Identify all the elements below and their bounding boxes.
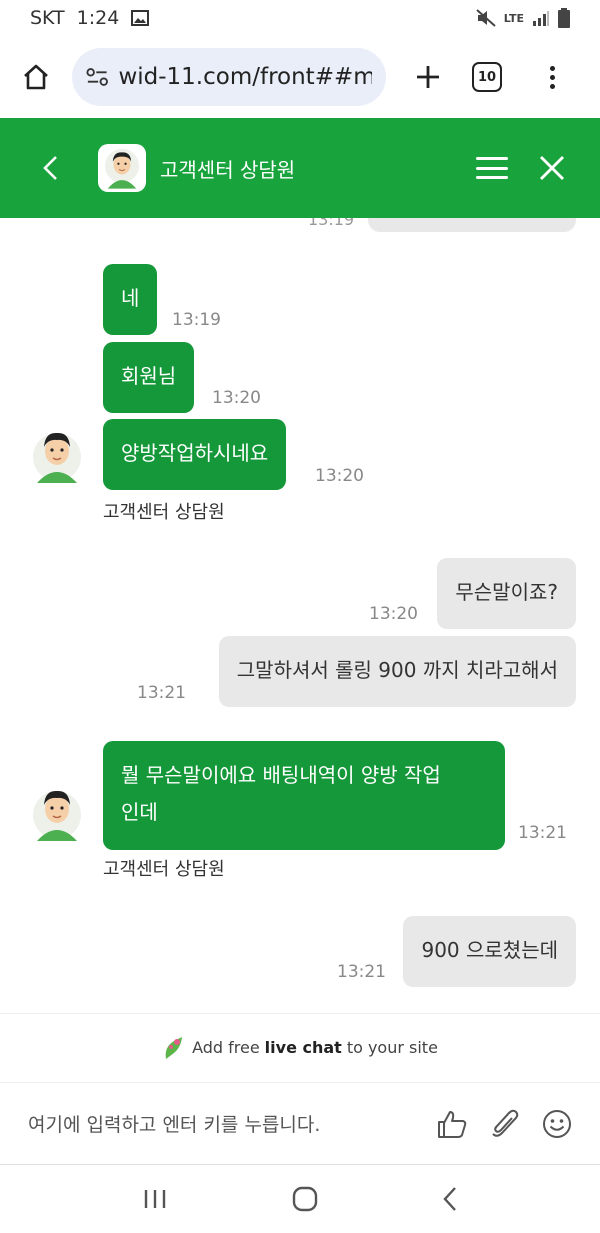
- message-text: 네: [121, 286, 140, 310]
- promo-text-bold: live chat: [264, 1038, 342, 1057]
- mute-icon: [476, 9, 496, 27]
- user-message: 900 으로쳤는데: [403, 916, 576, 987]
- partial-user-bubble: [368, 218, 576, 232]
- message-time: 13:21: [518, 823, 567, 843]
- menu-dot: [549, 83, 555, 89]
- user-message: 무슨말이죠?: [437, 558, 576, 629]
- thumbs-up-icon[interactable]: [436, 1108, 468, 1140]
- chat-title: 고객센터 상담원: [160, 157, 296, 182]
- back-button[interactable]: [42, 148, 66, 188]
- message-text: 900 으로쳤는데: [421, 938, 558, 962]
- status-left: SKT 1:24: [30, 7, 150, 29]
- home-icon: [24, 64, 48, 90]
- android-nav-bar: [0, 1164, 600, 1233]
- browser-menu-button[interactable]: [542, 65, 562, 89]
- agent-message: 회원님: [103, 342, 195, 413]
- status-right: LTE: [476, 8, 570, 28]
- message-time: 13:19: [172, 310, 221, 330]
- input-actions: [436, 1108, 572, 1140]
- leaf-logo-icon: [165, 1036, 183, 1059]
- browser-toolbar: wid-11.com/front##ma 10: [0, 36, 600, 118]
- partial-timestamp: 13:19: [308, 218, 355, 229]
- agent-message: 네: [103, 264, 158, 335]
- clock-label: 1:24: [76, 7, 120, 29]
- agent-avatar-icon: [33, 432, 81, 483]
- chat-header: 고객센터 상담원: [0, 118, 600, 218]
- message-time: 13:20: [212, 388, 261, 408]
- tab-switcher-button[interactable]: 10: [472, 62, 502, 92]
- agent-avatar-icon: [33, 790, 81, 841]
- agent-message: 양방작업하시네요: [103, 419, 287, 490]
- chat-messages[interactable]: 13:19 네 13:19 회원님 13:20 양방작업하시네요 13:20 고…: [0, 218, 600, 1013]
- battery-icon: [558, 8, 570, 28]
- recent-apps-icon[interactable]: [142, 1188, 168, 1210]
- agent-avatar: [98, 144, 146, 192]
- sender-name: 고객센터 상담원: [103, 859, 225, 880]
- emoji-icon[interactable]: [542, 1109, 572, 1139]
- agent-message: 뭘 무슨말이에요 배팅내역이 양방 작업 인데: [103, 741, 505, 850]
- url-bar[interactable]: wid-11.com/front##ma: [72, 48, 386, 106]
- message-time: 13:20: [369, 604, 418, 624]
- network-label: LTE: [503, 11, 524, 25]
- message-time: 13:21: [137, 683, 186, 703]
- menu-dot: [549, 74, 555, 80]
- user-message: 그말하셔서 롤링 900 까지 치라고해서: [218, 636, 576, 707]
- gallery-icon: [131, 10, 150, 26]
- site-settings-icon: [86, 68, 108, 86]
- status-bar: SKT 1:24 LTE: [0, 0, 600, 36]
- paperclip-icon[interactable]: [490, 1108, 520, 1140]
- chat-close-button[interactable]: [538, 154, 566, 182]
- back-nav-icon[interactable]: [442, 1186, 458, 1212]
- message-text: 무슨말이죠?: [455, 580, 558, 604]
- new-tab-button[interactable]: [406, 55, 450, 99]
- message-text: 양방작업하시네요: [121, 441, 269, 465]
- menu-dot: [549, 65, 555, 71]
- message-input-bar: 여기에 입력하고 엔터 키를 누릅니다.: [0, 1082, 600, 1164]
- message-text-line: 뭘 무슨말이에요 배팅내역이 양방 작업: [121, 763, 441, 787]
- url-text: wid-11.com/front##ma: [118, 64, 372, 90]
- agent-face-icon: [104, 148, 140, 189]
- chevron-left-icon: [43, 156, 57, 180]
- carrier-label: SKT: [30, 7, 65, 29]
- hamburger-line: [476, 157, 508, 160]
- promo-text-suffix: to your site: [346, 1038, 438, 1057]
- signal-icon: [533, 11, 549, 26]
- chat-menu-button[interactable]: [476, 154, 508, 182]
- message-text: 회원님: [121, 364, 177, 388]
- sender-name: 고객센터 상담원: [103, 502, 225, 523]
- message-input[interactable]: 여기에 입력하고 엔터 키를 누릅니다.: [28, 1110, 320, 1137]
- close-icon: [540, 156, 564, 180]
- message-text: 그말하셔서 롤링 900 까지 치라고해서: [236, 658, 558, 682]
- message-time: 13:20: [315, 466, 364, 486]
- message-time: 13:21: [337, 962, 386, 982]
- hamburger-line: [476, 176, 508, 179]
- promo-text-prefix: Add free: [192, 1038, 260, 1057]
- hamburger-line: [476, 166, 508, 170]
- plus-icon: [417, 66, 439, 88]
- message-text-line: 인데: [121, 800, 158, 824]
- home-button[interactable]: [16, 57, 56, 97]
- home-nav-icon[interactable]: [292, 1186, 318, 1212]
- live-chat-promo-link[interactable]: Add free live chat to your site: [0, 1013, 600, 1081]
